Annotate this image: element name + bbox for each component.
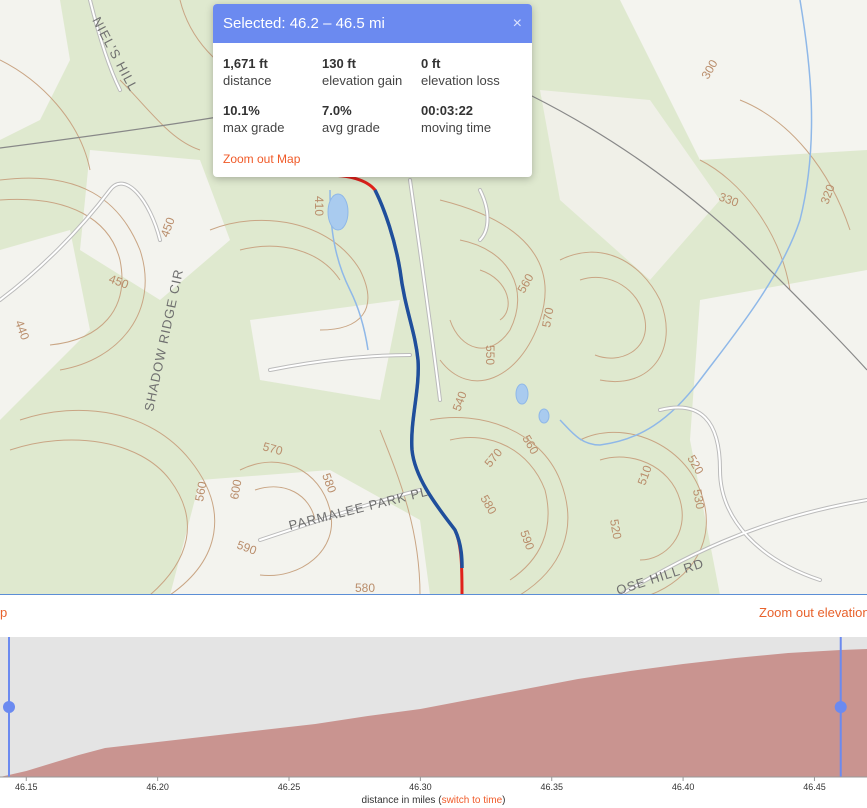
contour-label: 590 — [517, 528, 537, 552]
clearing — [170, 470, 430, 595]
stat-elevation-loss: 0 ft elevation loss — [421, 56, 521, 88]
stat-value: 1,671 ft — [223, 56, 268, 71]
road-label: OSE HILL RD — [614, 555, 706, 595]
clearing — [250, 300, 400, 400]
map-divider — [0, 594, 867, 595]
switch-to-time-link[interactable]: switch to time — [442, 795, 503, 806]
x-axis-ticks: 46.15 46.20 46.25 46.30 46.35 46.40 46.45 — [15, 777, 826, 792]
selection-start-handle[interactable] — [3, 701, 15, 713]
pond — [515, 383, 529, 405]
stat-label: distance — [223, 73, 272, 88]
stat-elevation-gain: 130 ft elevation gain — [322, 56, 422, 88]
stat-distance: 1,671 ft distance — [223, 56, 323, 88]
stat-label: elevation gain — [322, 73, 403, 88]
x-tick-label: 46.30 — [409, 782, 432, 792]
contour-label: 520 — [607, 518, 624, 540]
selection-end-handle[interactable] — [834, 701, 847, 713]
contour-label: 580 — [355, 581, 375, 595]
pond — [327, 193, 349, 231]
x-tick-label: 46.25 — [278, 782, 301, 792]
x-tick-label: 46.20 — [146, 782, 169, 792]
switch-close-paren: ) — [502, 795, 506, 806]
elevation-chart[interactable]: 46.15 46.20 46.25 46.30 46.35 46.40 46.45 — [0, 637, 867, 793]
stat-moving-time: 00:03:22 moving time — [421, 103, 521, 135]
contour-label: 330 — [717, 190, 741, 210]
stat-label: moving time — [421, 120, 492, 135]
pond — [538, 408, 550, 424]
zoom-out-elevation-link[interactable]: Zoom out elevation — [759, 605, 867, 620]
contour-label: 570 — [482, 445, 506, 470]
x-tick-label: 46.40 — [672, 782, 695, 792]
stat-label: max grade — [223, 120, 285, 135]
popup-header: Selected: 46.2 – 46.5 mi × — [213, 4, 532, 43]
contour-label: 320 — [818, 182, 838, 206]
topo-map[interactable]: NIEL'S HILL SHADOW RIDGE CIR PARMALEE PA… — [0, 0, 867, 595]
selection-popup: Selected: 46.2 – 46.5 mi × 1,671 ft dist… — [213, 4, 532, 177]
contour-label: 580 — [477, 493, 499, 518]
stat-value: 10.1% — [223, 103, 260, 118]
popup-title: Selected: 46.2 – 46.5 mi — [223, 15, 385, 32]
x-tick-label: 46.35 — [540, 782, 563, 792]
x-axis-label: distance in miles (switch to time) — [0, 795, 867, 806]
x-axis-title: distance in miles — [361, 795, 436, 806]
contour-label: 510 — [635, 463, 655, 487]
x-tick-label: 46.15 — [15, 782, 38, 792]
contour-label: 530 — [690, 488, 707, 510]
contour-label: 540 — [450, 389, 470, 413]
x-tick-label: 46.45 — [803, 782, 826, 792]
stat-label: elevation loss — [421, 73, 500, 88]
close-icon[interactable]: × — [513, 4, 522, 43]
stat-avg-grade: 7.0% avg grade — [322, 103, 422, 135]
clearing — [0, 0, 70, 140]
contour-label: 570 — [261, 439, 284, 458]
stat-max-grade: 10.1% max grade — [223, 103, 323, 135]
stat-value: 00:03:22 — [421, 103, 474, 118]
elevation-left-link[interactable]: p — [0, 605, 7, 620]
zoom-out-map-link[interactable]: Zoom out Map — [223, 152, 300, 166]
contour-label: 560 — [514, 271, 536, 296]
stat-value: 0 ft — [421, 56, 441, 71]
contour-label: 570 — [539, 306, 556, 328]
contour-label: 410 — [312, 196, 326, 216]
stat-value: 130 ft — [322, 56, 356, 71]
stat-label: avg grade — [322, 120, 380, 135]
contour-label: 550 — [483, 345, 497, 365]
stat-value: 7.0% — [322, 103, 352, 118]
